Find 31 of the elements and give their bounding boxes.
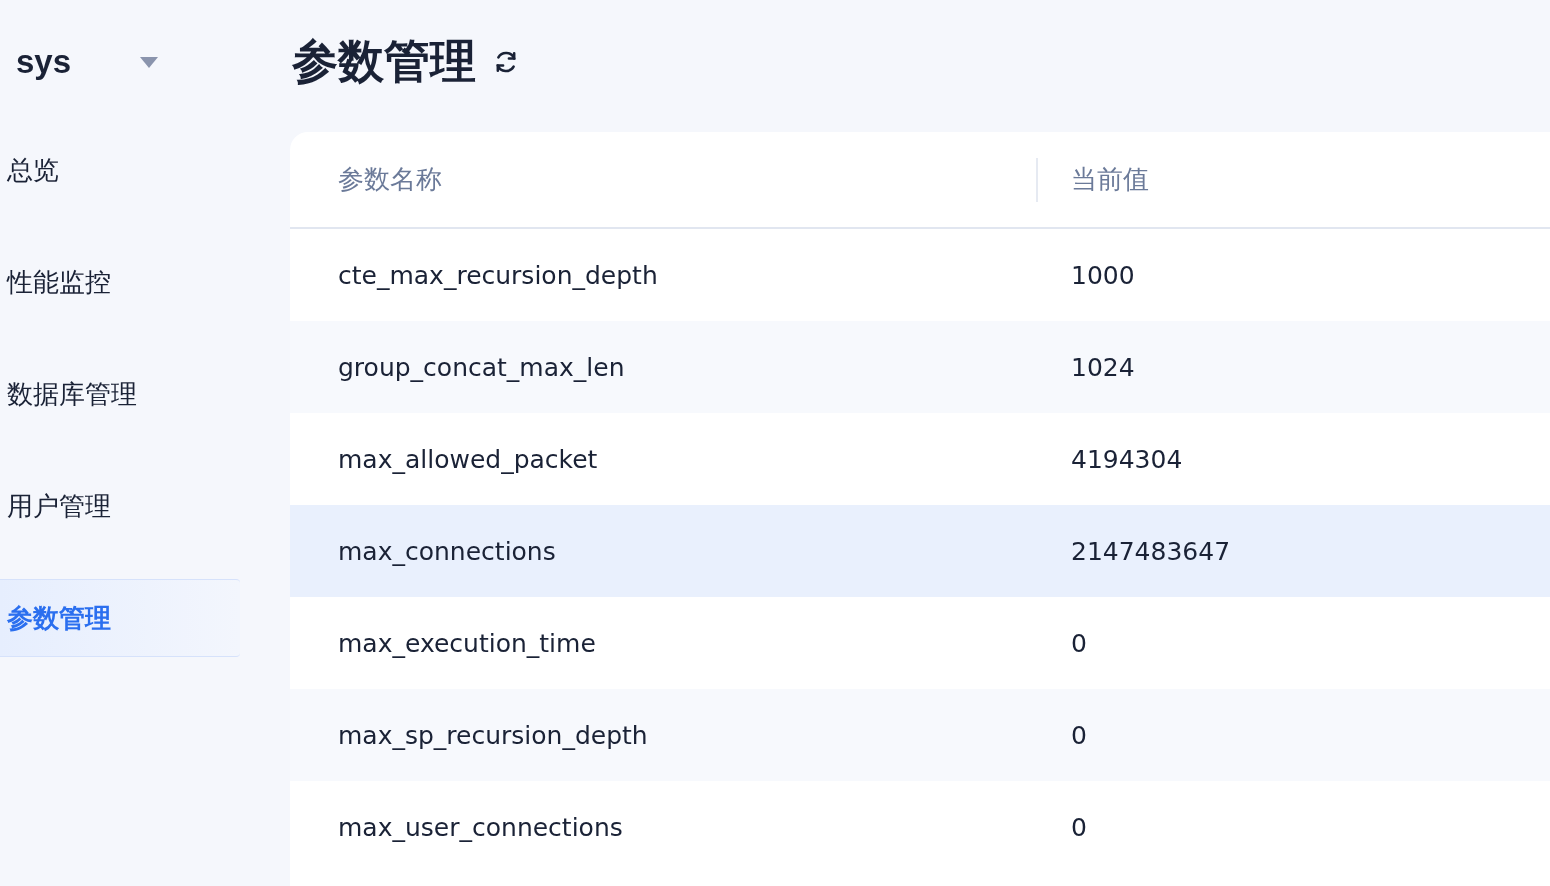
- table-row[interactable]: cte_max_recursion_depth 1000: [290, 229, 1550, 321]
- caret-icon[interactable]: [140, 56, 158, 68]
- table-cell-text: 1000: [1070, 260, 1136, 290]
- table-cell-text: 0: [1070, 628, 1088, 658]
- table-cell-text: 0: [1070, 812, 1088, 842]
- sidebar-item[interactable]: 性能监控: [0, 243, 240, 321]
- table-row[interactable]: max_connections 2147483647: [290, 505, 1550, 597]
- column-header: 参数名称: [337, 163, 443, 196]
- sidebar-item[interactable]: 参数管理: [0, 579, 240, 657]
- table-cell-text: max_user_connections: [337, 812, 624, 842]
- database-name: sys: [16, 43, 72, 81]
- table-cell-text: cte_max_recursion_depth: [337, 260, 659, 290]
- table-row[interactable]: max_sp_recursion_depth 0: [290, 689, 1550, 781]
- table-cell-text: max_allowed_packet: [337, 444, 599, 474]
- table-cell-text: max_sp_recursion_depth: [337, 720, 649, 750]
- table-cell-text: 0: [1070, 720, 1088, 750]
- table-cell-text: max_execution_time: [337, 628, 597, 658]
- table-row[interactable]: max_allowed_packet 4194304: [290, 413, 1550, 505]
- table-cell-text: 4194304: [1070, 444, 1184, 474]
- page-title: 参数管理: [292, 33, 476, 90]
- table-row[interactable]: group_concat_max_len 1024: [290, 321, 1550, 413]
- sidebar-item[interactable]: 数据库管理: [0, 355, 240, 433]
- table-row[interactable]: max_user_connections 0: [290, 781, 1550, 873]
- table-cell-text: 2147483647: [1070, 536, 1232, 566]
- sidebar-item[interactable]: 总览: [0, 131, 240, 209]
- column-header: 当前值: [1036, 157, 1550, 202]
- table-row[interactable]: max_execution_time 0: [290, 597, 1550, 689]
- table-cell-text: group_concat_max_len: [337, 352, 626, 382]
- table-cell-text: 1024: [1070, 352, 1136, 382]
- table-cell-text: max_connections: [337, 536, 557, 566]
- sidebar-item[interactable]: 用户管理: [0, 467, 240, 545]
